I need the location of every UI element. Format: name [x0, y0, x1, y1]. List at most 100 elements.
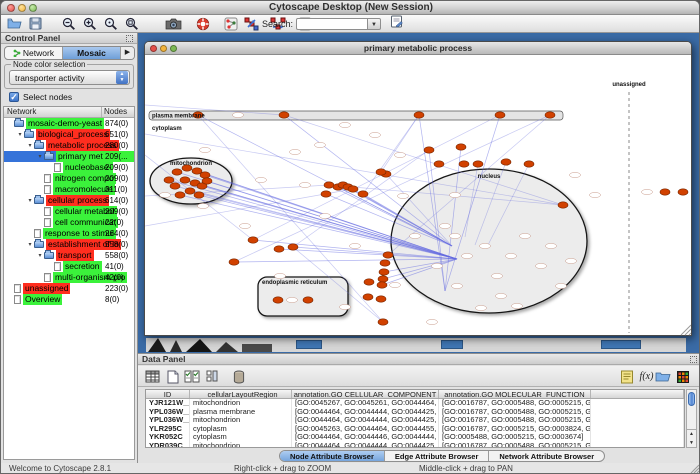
network-node[interactable] — [524, 161, 534, 167]
table-column-header[interactable]: annotation.GO CELLULAR_COMPONENT — [292, 390, 439, 398]
network-node[interactable] — [678, 189, 688, 195]
network-tree-row[interactable]: ▾cellular process614(0) — [4, 195, 134, 206]
column-icon[interactable] — [203, 368, 220, 385]
network-node[interactable] — [175, 192, 185, 198]
network-node[interactable] — [202, 178, 212, 184]
network-node[interactable] — [321, 191, 331, 197]
table-scrollbar[interactable]: ▲▼ — [686, 389, 697, 448]
network-node[interactable] — [378, 319, 388, 325]
table-row[interactable]: YLR295Ccytoplasm[GO:0045263, GO:0044464,… — [146, 425, 684, 434]
network-tree-row[interactable]: nucleobase-209(0) — [4, 162, 134, 173]
tab-network-attribute-browser[interactable]: Network Attribute Browser — [489, 451, 604, 461]
zoom-selected-icon[interactable] — [104, 16, 118, 31]
plugin-network-icon-2[interactable] — [244, 16, 260, 31]
network-node[interactable] — [660, 189, 670, 195]
expand-arrow-icon[interactable]: ▾ — [16, 131, 24, 138]
network-node[interactable] — [545, 112, 555, 118]
table-row[interactable]: YDR039C__1mitochondrion[GO:0044464, GO:0… — [146, 442, 684, 448]
search-input[interactable] — [296, 18, 368, 30]
network-node[interactable] — [380, 260, 390, 266]
select-attributes-icon[interactable] — [183, 368, 200, 385]
network-tree-row[interactable]: Overview8(0) — [4, 294, 134, 305]
scrollbar-arrows[interactable]: ▲▼ — [687, 429, 696, 447]
network-node[interactable] — [358, 191, 368, 197]
tab-node-attribute-browser[interactable]: Node Attribute Browser — [280, 451, 385, 461]
network-tree-row[interactable]: unassigned223(0) — [4, 283, 134, 294]
zoom-fit-icon[interactable] — [125, 16, 139, 31]
tabs-overflow-button[interactable]: ▶ — [121, 47, 134, 59]
import-table-icon[interactable] — [654, 368, 671, 385]
network-node[interactable] — [424, 147, 434, 153]
help-icon[interactable] — [196, 16, 210, 31]
network-node[interactable] — [288, 244, 298, 250]
network-tree-row[interactable]: ▾transport558(0) — [4, 250, 134, 261]
float-panel-icon[interactable] — [690, 356, 697, 363]
network-node[interactable] — [473, 161, 483, 167]
network-view-titlebar[interactable]: primary metabolic process — [145, 42, 691, 55]
window-titlebar[interactable]: Cytoscape Desktop (New Session) — [1, 1, 700, 15]
zoom-in-icon[interactable] — [83, 16, 97, 31]
tree-column-network[interactable]: Network — [4, 107, 101, 117]
resize-grip-icon[interactable] — [689, 463, 700, 474]
network-tree-row[interactable]: mosaic-demo-yeast874(0) — [4, 118, 134, 129]
network-node[interactable] — [378, 276, 388, 282]
tab-mosaic[interactable]: Mosaic — [63, 47, 121, 59]
network-node[interactable] — [501, 159, 511, 165]
snapshot-icon[interactable] — [165, 16, 182, 31]
network-tree-row[interactable]: cellular metabol209(0) — [4, 206, 134, 217]
table-column-header[interactable]: ID — [146, 390, 190, 398]
table-row[interactable]: YKR052Ccytoplasm[GO:0044464, GO:0044446,… — [146, 433, 684, 442]
network-tree-row[interactable]: ▾establishment of lo558(0) — [4, 239, 134, 250]
node-color-combobox[interactable]: transporter activity ▲▼ — [9, 70, 130, 85]
network-node[interactable] — [363, 294, 373, 300]
network-node[interactable] — [200, 172, 210, 178]
network-node[interactable] — [558, 202, 568, 208]
plugin-network-icon-1[interactable] — [224, 16, 238, 31]
zoom-out-icon[interactable] — [62, 16, 76, 31]
network-node[interactable] — [324, 182, 334, 188]
expand-arrow-icon[interactable]: ▾ — [26, 241, 34, 248]
network-tree-row[interactable]: response to stimul264(0) — [4, 228, 134, 239]
region-nucleus[interactable] — [391, 169, 587, 313]
table-column-header[interactable]: _cellularLayoutRegion — [190, 390, 292, 398]
network-node[interactable] — [434, 161, 444, 167]
network-node[interactable] — [303, 297, 313, 303]
open-file-icon[interactable] — [7, 16, 22, 31]
network-node[interactable] — [348, 186, 358, 192]
matrix-icon[interactable] — [674, 368, 691, 385]
table-column-header[interactable]: annotation.GO MOLECULAR_FUNCTION — [439, 390, 591, 398]
search-options-icon[interactable] — [390, 15, 403, 33]
expand-arrow-icon[interactable]: ▾ — [36, 252, 44, 259]
network-tree-row[interactable]: ▾primary metabo209(... — [4, 151, 134, 162]
scrollbar-thumb[interactable] — [688, 392, 695, 406]
network-node[interactable] — [364, 279, 374, 285]
network-tree-row[interactable]: macromolecule311(0) — [4, 184, 134, 195]
network-node[interactable] — [414, 112, 424, 118]
network-node[interactable] — [376, 169, 386, 175]
network-tree-row[interactable]: ▾biological_process651(0) — [4, 129, 134, 140]
network-tree-row[interactable]: multi-organism pro42(0) — [4, 272, 134, 283]
network-node[interactable] — [383, 252, 393, 258]
network-node[interactable] — [456, 144, 466, 150]
float-panel-icon[interactable] — [126, 35, 133, 42]
table-grid-icon[interactable] — [144, 368, 161, 385]
table-row[interactable]: YPL036W__1mitochondrion[GO:0044464, GO:0… — [146, 416, 684, 425]
network-node[interactable] — [185, 188, 195, 194]
network-tree-row[interactable]: secretion41(0) — [4, 261, 134, 272]
network-node[interactable] — [172, 169, 182, 175]
table-row[interactable]: YPL036W__2plasma membrane[GO:0044464, GO… — [146, 408, 684, 417]
expand-arrow-icon[interactable]: ▾ — [26, 197, 34, 204]
network-node[interactable] — [229, 259, 239, 265]
network-view-window[interactable]: primary metabolic process plasma membran… — [144, 41, 692, 336]
network-tree-row[interactable]: nitrogen compo209(0) — [4, 173, 134, 184]
network-node[interactable] — [180, 177, 190, 183]
delete-attribute-icon[interactable] — [230, 368, 247, 385]
new-attribute-icon[interactable] — [164, 368, 181, 385]
network-tree-row[interactable]: ▾metabolic process280(0) — [4, 140, 134, 151]
tab-edge-attribute-browser[interactable]: Edge Attribute Browser — [385, 451, 489, 461]
network-canvas[interactable]: plasma membranecytoplasmmitochondrionnuc… — [145, 55, 691, 337]
network-node[interactable] — [376, 296, 386, 302]
tree-column-nodes[interactable]: Nodes — [101, 107, 134, 117]
network-node[interactable] — [273, 297, 283, 303]
expand-arrow-icon[interactable]: ▾ — [26, 142, 34, 149]
